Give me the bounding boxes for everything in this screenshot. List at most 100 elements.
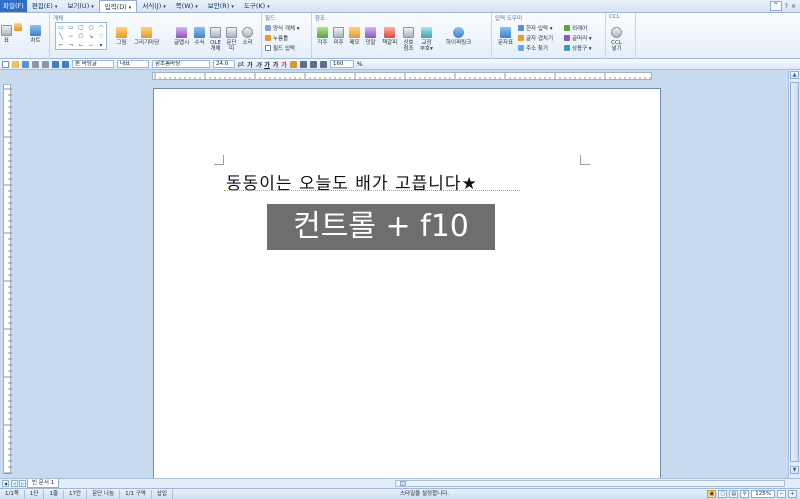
vertical-scroll-thumb[interactable] <box>790 82 799 462</box>
menu-security[interactable]: 보안(R) ▾ <box>203 0 239 12</box>
status-insert-mode[interactable]: 삽입 <box>152 489 173 499</box>
connector-shape-icon[interactable]: ⌐ <box>56 41 66 50</box>
open-folder-icon[interactable] <box>12 60 19 68</box>
bold-button[interactable]: 가 <box>247 60 253 69</box>
horizontal-scroll-thumb[interactable] <box>400 481 406 486</box>
tab-document-1[interactable]: 빈 문서 1 <box>27 479 60 488</box>
chart-button[interactable]: 차트 <box>30 25 41 44</box>
field-input-button[interactable]: 필드 입력 <box>265 44 295 52</box>
table-button[interactable]: 표 <box>1 25 12 44</box>
click-here-button[interactable]: 누름틀 <box>265 34 288 42</box>
menu-format[interactable]: 서식(J) ▾ <box>137 0 170 12</box>
cross-reference-icon <box>403 27 414 38</box>
redo-icon[interactable] <box>62 60 69 68</box>
address-search-button[interactable]: 주소 찾기 <box>518 44 548 52</box>
curve-shape-icon[interactable]: ∼ <box>66 32 76 41</box>
menu-page[interactable]: 쪽(W) ▾ <box>171 0 203 12</box>
tab-prev-icon[interactable]: ◁ <box>11 480 18 487</box>
undo-icon[interactable] <box>52 60 59 68</box>
page-view-icon[interactable]: ▢ <box>718 490 728 498</box>
web-view-icon[interactable]: ▤ <box>729 490 739 498</box>
form-object-button[interactable]: 양식 개체 ▾ <box>265 24 300 32</box>
zoom-in-icon[interactable]: + <box>788 490 797 498</box>
char-overlap-button[interactable]: 글자 겹치기 <box>518 34 553 42</box>
scroll-down-icon[interactable]: ▼ <box>790 466 799 474</box>
align-right-icon[interactable] <box>319 60 327 68</box>
more-shapes-icon[interactable]: ▾ <box>96 41 106 50</box>
tab-first-icon[interactable]: ◀ <box>2 480 9 487</box>
endnote-button[interactable]: 미주 <box>333 27 344 46</box>
menu-input[interactable]: 입력(D) ▾ <box>98 0 138 12</box>
drawing-art-button[interactable]: 그리기마당 <box>134 27 159 46</box>
font-color-button[interactable]: 가 <box>281 60 287 69</box>
zoom-icon[interactable]: ⚲ <box>740 490 750 498</box>
font-select[interactable]: 함초롬바탕 <box>152 60 210 68</box>
ole-object-button[interactable]: OLE 개체 <box>210 27 221 52</box>
print-icon[interactable] <box>32 60 39 68</box>
menu-edit[interactable]: 편집(E) ▾ <box>27 0 63 12</box>
horizontal-scrollbar[interactable] <box>395 480 785 487</box>
polygon-shape-icon[interactable]: ⬠ <box>76 32 86 41</box>
elbow-shape-icon[interactable]: ⌙ <box>76 41 86 50</box>
underline-button[interactable]: 가 <box>264 60 270 69</box>
arc-shape-icon[interactable]: ◠ <box>96 23 106 32</box>
align-justify-icon[interactable] <box>289 60 297 68</box>
bookmark-button[interactable]: 책갈피 <box>382 27 397 46</box>
rect-shape-icon[interactable]: ▭ <box>56 23 66 32</box>
line-shape-icon[interactable]: ╲ <box>56 32 66 41</box>
bullet-button[interactable]: 글머리 ▾ <box>564 34 592 42</box>
font-size-input[interactable]: 24.0 <box>213 60 235 68</box>
char-shape-button[interactable]: 가 <box>273 60 279 69</box>
align-left-icon[interactable] <box>299 60 307 68</box>
table-style-button[interactable] <box>14 23 22 33</box>
italic-button[interactable]: 가 <box>256 60 262 69</box>
menu-file[interactable]: 파일(F) <box>0 0 27 12</box>
equation-button[interactable]: 수식 <box>194 27 205 46</box>
paragraph-band-button[interactable]: 문단 띠 <box>226 27 237 52</box>
zoom-out-icon[interactable]: − <box>777 490 786 498</box>
tab-next-icon[interactable]: ▷ <box>19 480 26 487</box>
footnote-button[interactable]: 각주 <box>317 27 328 46</box>
shape-gallery[interactable]: ▭ ▭ ▢ ○ ◠ ╲ ∼ ⬠ ↘ ♡ ⌐ ¬ ⌙ ∽ ▾ <box>55 22 107 50</box>
ruby-text-button[interactable]: 덧말 <box>365 27 376 46</box>
connector-shape-icon[interactable]: ¬ <box>66 41 76 50</box>
ellipse-shape-icon[interactable]: ○ <box>86 23 96 32</box>
proofreading-button[interactable]: 교정 부호▾ <box>420 27 433 52</box>
loanword-button[interactable]: 외래어 <box>564 24 587 32</box>
preview-icon[interactable] <box>42 60 49 68</box>
picture-button[interactable]: 그림 <box>116 27 127 46</box>
sound-button[interactable]: 소리 <box>242 27 253 46</box>
language-select[interactable]: 대표 <box>117 60 149 68</box>
symbol-label: 문자표 <box>498 40 514 46</box>
menu-view[interactable]: 보기(U) ▾ <box>62 0 98 12</box>
normal-view-icon[interactable]: ▣ <box>707 490 717 498</box>
arrow-shape-icon[interactable]: ↘ <box>86 32 96 41</box>
hanja-input-button[interactable]: 한자 입력 ▾ <box>518 24 553 32</box>
vertical-ruler[interactable] <box>3 84 12 474</box>
round-rect-shape-icon[interactable]: ▢ <box>76 23 86 32</box>
align-center-icon[interactable] <box>309 60 317 68</box>
ruler-strip[interactable] <box>152 72 652 80</box>
new-document-icon[interactable] <box>2 60 9 68</box>
rect-shape-icon[interactable]: ▭ <box>66 23 76 32</box>
help-button[interactable]: ? <box>785 3 788 10</box>
symbol-button[interactable]: 문자표 <box>498 27 513 46</box>
ccl-insert-button[interactable]: CCL 넣기 <box>611 27 622 52</box>
curve-connector-icon[interactable]: ∽ <box>86 41 96 50</box>
style-select[interactable]: 본 바탕글 <box>72 60 114 68</box>
line-spacing-input[interactable]: 160 <box>329 60 354 68</box>
document-page[interactable]: 동동이는 오늘도 배가 고픕니다★ 컨트롤 + f10 <box>153 88 661 478</box>
save-icon[interactable] <box>22 60 29 68</box>
menu-tools[interactable]: 도구(K) ▾ <box>239 0 275 12</box>
quick-text-button[interactable]: 상용구 ▾ <box>564 44 592 52</box>
close-button[interactable]: × <box>791 3 796 10</box>
cross-reference-button[interactable]: 상호 참조 <box>403 27 414 52</box>
heart-shape-icon[interactable]: ♡ <box>96 32 106 41</box>
hyperlink-button[interactable]: 하이퍼링크 <box>446 27 471 46</box>
text-art-button[interactable]: 글맵시 <box>174 27 189 46</box>
memo-button[interactable]: 메모 <box>349 27 360 46</box>
zoom-select[interactable]: 125% <box>751 490 775 498</box>
scroll-up-icon[interactable]: ▲ <box>790 71 799 79</box>
vertical-scrollbar[interactable]: ▲ ▼ <box>788 70 800 478</box>
ribbon-collapse-button[interactable]: ^ <box>769 1 782 11</box>
